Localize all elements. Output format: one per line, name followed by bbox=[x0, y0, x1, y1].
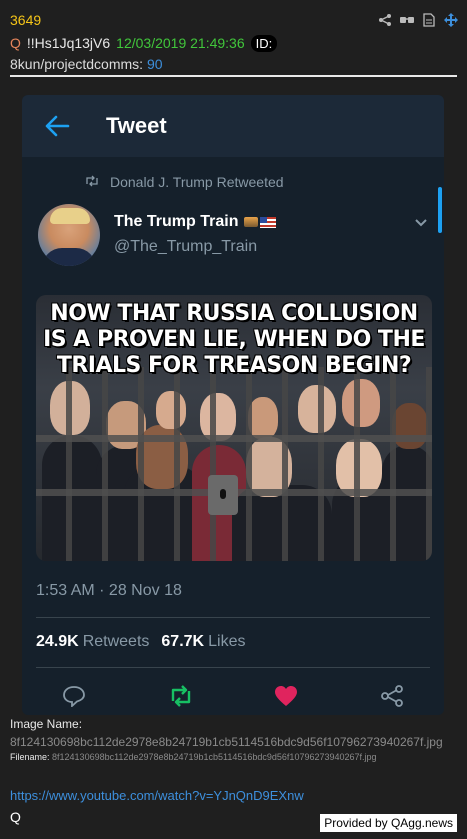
back-arrow-icon bbox=[44, 115, 70, 137]
id-badge: ID: bbox=[250, 34, 278, 52]
reply-icon bbox=[62, 685, 86, 709]
share-icon bbox=[380, 685, 404, 707]
header-icons bbox=[377, 12, 459, 28]
emoji-pair bbox=[244, 216, 277, 228]
scrollbar bbox=[438, 187, 442, 233]
meme-caption: NOW THAT RUSSIA COLLUSION IS A PROVEN LI… bbox=[43, 301, 425, 378]
retweet-small-icon bbox=[84, 174, 100, 190]
filename-line: Filename: 8f124130698bc112de2978e8b24719… bbox=[10, 752, 377, 762]
cell-bars bbox=[36, 367, 432, 561]
board-name: 8kun/projectdcomms: bbox=[10, 56, 144, 72]
glasses-icon[interactable] bbox=[399, 12, 415, 28]
tweet-screenshot[interactable]: Tweet Donald J. Trump Retweeted The Trum… bbox=[22, 95, 444, 715]
account-name-text: The Trump Train bbox=[114, 213, 239, 230]
tweet-title: Tweet bbox=[106, 113, 167, 138]
retweets-label: Retweets bbox=[82, 633, 150, 650]
header-divider bbox=[10, 75, 457, 77]
likes-label: Likes bbox=[208, 633, 246, 650]
board-line: 8kun/projectdcomms: 90 bbox=[10, 56, 459, 74]
tweet-actions bbox=[22, 679, 444, 715]
train-emoji-icon bbox=[244, 216, 259, 227]
us-flag-emoji-icon bbox=[260, 216, 277, 228]
provided-by-badge[interactable]: Provided by QAgg.news bbox=[320, 814, 457, 832]
avatar bbox=[38, 204, 100, 266]
account-handle: @The_Trump_Train bbox=[114, 238, 258, 255]
youtube-link[interactable]: https://www.youtube.com/watch?v=YJnQnD9E… bbox=[10, 788, 304, 803]
retweeted-by-text: Donald J. Trump Retweeted bbox=[110, 174, 284, 190]
like-icon bbox=[274, 685, 298, 707]
board-post-number[interactable]: 90 bbox=[147, 56, 163, 72]
filename-label: Filename: bbox=[10, 752, 50, 762]
padlock-icon bbox=[208, 475, 238, 515]
account-name: The Trump Train bbox=[114, 213, 277, 231]
move-icon[interactable] bbox=[443, 12, 459, 28]
retweets-stat: 24.9K Retweets bbox=[36, 633, 149, 651]
document-icon[interactable] bbox=[421, 12, 437, 28]
image-name-label: Image Name: bbox=[10, 717, 83, 731]
post-meta: Q !!Hs1Jq13jV6 12/03/2019 21:49:36 ID: bbox=[10, 33, 459, 53]
retweeted-by: Donald J. Trump Retweeted bbox=[84, 174, 284, 190]
trip-prefix: Q bbox=[10, 35, 21, 51]
filename-value[interactable]: 8f124130698bc112de2978e8b24719b1cb511451… bbox=[52, 752, 377, 762]
tweet-stats: 24.9K Retweets 67.7K Likes bbox=[36, 633, 245, 651]
image-name-value: 8f124130698bc112de2978e8b24719b1cb511451… bbox=[10, 735, 443, 749]
tweet-divider bbox=[36, 667, 430, 668]
retweets-count: 24.9K bbox=[36, 633, 79, 650]
signature: Q bbox=[10, 809, 21, 825]
retweet-icon bbox=[168, 685, 192, 707]
likes-stat: 67.7K Likes bbox=[161, 633, 245, 651]
meme-image: NOW THAT RUSSIA COLLUSION IS A PROVEN LI… bbox=[36, 295, 432, 561]
tweet-topbar: Tweet bbox=[22, 95, 444, 157]
chevron-down-icon bbox=[414, 215, 428, 227]
post-header: 3649 Q !!Hs1Jq13jV6 12/03/2019 21:49:36 … bbox=[10, 12, 459, 74]
share-icon[interactable] bbox=[377, 12, 393, 28]
post-date: 12/03/2019 21:49:36 bbox=[116, 35, 245, 51]
likes-count: 67.7K bbox=[161, 633, 205, 650]
tweet-divider bbox=[36, 617, 430, 618]
tripcode: !!Hs1Jq13jV6 bbox=[26, 35, 111, 51]
tweet-timestamp: 1:53 AM · 28 Nov 18 bbox=[36, 582, 182, 599]
